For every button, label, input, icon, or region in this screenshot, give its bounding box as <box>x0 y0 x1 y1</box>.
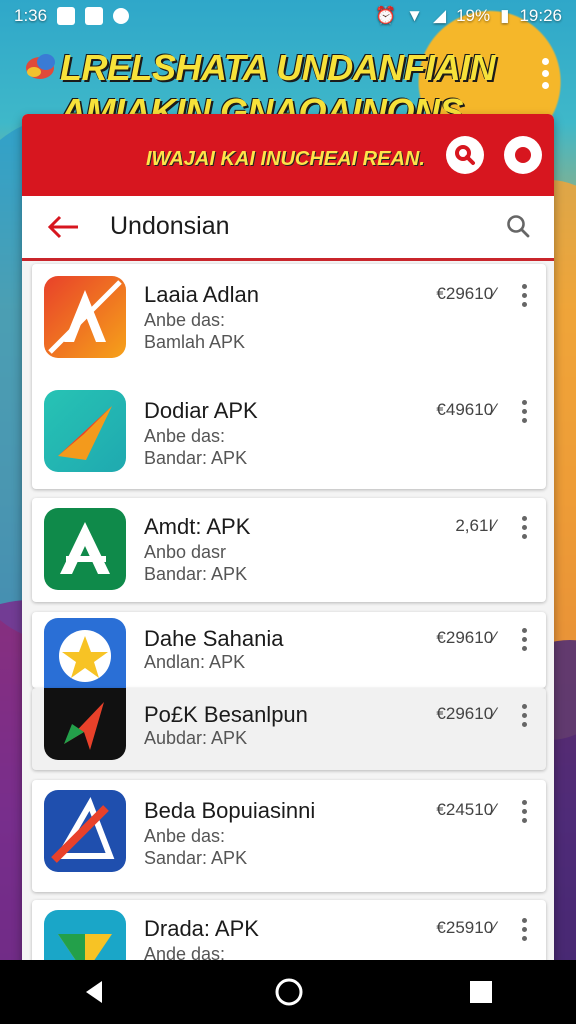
search-bar: Undonsian <box>22 196 554 261</box>
banner-title-line1: LRELSHATA UNDANFIAIN <box>60 47 496 88</box>
item-menu-icon[interactable] <box>522 704 528 727</box>
app-subtitle: Aubdar: APK <box>144 728 248 748</box>
item-menu-icon[interactable] <box>522 400 528 423</box>
app-size: €49610⁄ <box>436 400 496 419</box>
panel-subtitle: IWAJAI KAI INUCHEAI REAN. <box>146 148 425 170</box>
item-menu-icon[interactable] <box>522 516 528 539</box>
recents-nav-icon[interactable] <box>468 979 494 1005</box>
app-size: €25910⁄ <box>436 918 496 937</box>
app-subtitle: Sandar: APK <box>144 848 248 868</box>
app-subtitle: Bamlah APK <box>144 332 246 352</box>
app-size: €29610⁄ <box>436 704 496 723</box>
app-icon-blue-star <box>44 618 126 688</box>
app-name: Laaia Adlan <box>144 282 259 307</box>
app-subtitle: Anbe das: <box>144 426 226 446</box>
app-icon-black-arrow <box>44 688 126 760</box>
back-arrow-icon[interactable] <box>46 214 82 240</box>
item-menu-icon[interactable] <box>522 628 528 651</box>
status-time: 1:36 <box>14 6 48 25</box>
app-icon-blue-a <box>44 790 126 872</box>
app-subtitle: Andlan: APK <box>144 652 246 672</box>
download-notification-icon <box>113 8 130 24</box>
back-nav-icon[interactable] <box>82 978 110 1006</box>
status-bar: 1:36 ⏰ ▼ ◢ 19% ▮ 19:26 <box>0 0 576 32</box>
list-item[interactable]: Laaia Adlan Anbe das: Bamlah APK €29610⁄… <box>32 264 546 489</box>
search-icon[interactable] <box>504 212 532 240</box>
list-item[interactable]: Dahe Sahania Andlan: APK €29610⁄ <box>32 612 546 688</box>
app-name: Beda Bopuiasinni <box>144 798 316 823</box>
app-size: €29610⁄ <box>436 284 496 303</box>
app-subtitle: Anbo dasr <box>144 542 227 562</box>
list-item[interactable]: Beda Bopuiasinni Anbe das: Sandar: APK €… <box>32 780 546 892</box>
battery-icon: ▮ <box>500 6 510 25</box>
app-name: Drada: APK <box>144 916 259 941</box>
app-icon-red-orange <box>44 276 126 358</box>
app-subtitle: Bandar: APK <box>144 448 248 468</box>
home-nav-icon[interactable] <box>273 976 305 1008</box>
app-name: Dahe Sahania <box>144 626 284 651</box>
navigation-bar <box>0 960 576 1024</box>
app-size: €24510⁄ <box>436 800 496 819</box>
list-item[interactable]: Po£K Besanlpun Aubdar: APK €29610⁄ <box>32 688 546 770</box>
app-panel: IWAJAI KAI INUCHEAI REAN. Undonsian Laai… <box>22 114 554 974</box>
search-button[interactable] <box>446 136 484 174</box>
app-name: Po£K Besanlpun <box>144 702 308 727</box>
app-icon-green-a <box>44 508 126 590</box>
signal-icon: ◢ <box>432 6 447 25</box>
battery-percent: 19% <box>456 6 491 25</box>
app-icon-teal-arrow <box>44 390 126 472</box>
app-subtitle: Anbe das: <box>144 310 226 330</box>
app-name: Amdt: APK <box>144 514 251 539</box>
search-icon <box>455 145 475 165</box>
overflow-menu-icon[interactable] <box>542 58 550 89</box>
app-subtitle: Bandar: APK <box>144 564 248 584</box>
item-menu-icon[interactable] <box>522 284 528 307</box>
photo-notification-icon <box>85 7 104 25</box>
search-title: Undonsian <box>110 212 230 240</box>
wifi-icon: ▼ <box>406 6 423 25</box>
alarm-icon: ⏰ <box>374 6 397 25</box>
app-size: €29610⁄ <box>436 628 496 647</box>
parrot-logo-icon <box>26 54 55 79</box>
item-menu-icon[interactable] <box>522 800 528 823</box>
list-item[interactable]: Amdt: APK Anbo dasr Bandar: APK 2,61I⁄ <box>32 498 546 602</box>
app-name: Dodiar APK <box>144 398 258 423</box>
record-button[interactable] <box>504 136 542 174</box>
item-menu-icon[interactable] <box>522 918 528 941</box>
status-clock: 19:26 <box>519 6 562 25</box>
app-size: 2,61I⁄ <box>455 516 496 535</box>
image-notification-icon <box>57 7 76 25</box>
record-icon <box>515 147 531 163</box>
app-subtitle: Anbe das: <box>144 826 226 846</box>
panel-header: IWAJAI KAI INUCHEAI REAN. <box>22 114 554 196</box>
